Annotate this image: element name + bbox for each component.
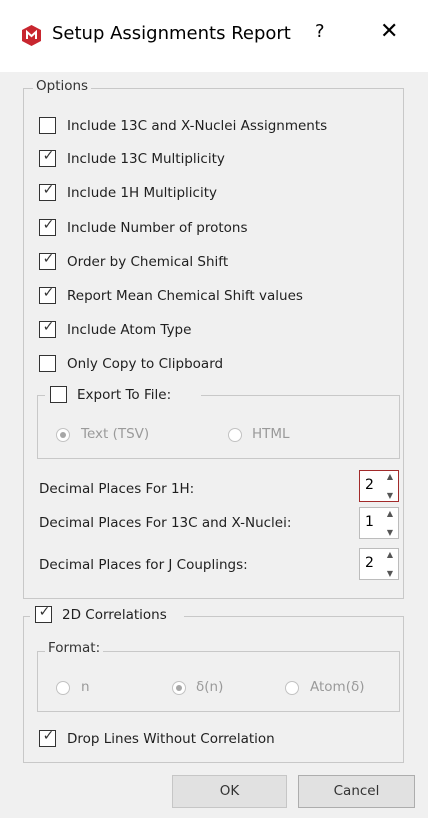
include-13c-multiplicity-checkbox[interactable]: ✓ — [39, 148, 56, 167]
help-button[interactable]: ? — [315, 21, 325, 42]
include-13c-checkbox[interactable] — [39, 117, 56, 134]
export-to-file-label[interactable]: Export To File: — [77, 387, 171, 403]
chevron-up-icon[interactable]: ▲ — [387, 509, 393, 518]
decimal-13c-value[interactable]: 1 — [365, 514, 374, 530]
decimal-1h-spinbox[interactable]: 2 ▲ ▼ — [359, 470, 399, 502]
chevron-down-icon[interactable]: ▼ — [387, 491, 393, 500]
ok-button[interactable]: OK — [172, 775, 287, 808]
title-bar: Setup Assignments Report ? ✕ — [0, 0, 428, 72]
format-n-radio[interactable] — [56, 681, 70, 695]
decimal-1h-value[interactable]: 2 — [365, 477, 374, 493]
text-tsv-radio[interactable] — [56, 428, 70, 442]
include-number-of-protons-checkbox[interactable]: ✓ — [39, 217, 56, 236]
2d-correlations-checkbox[interactable]: ✓ — [35, 604, 52, 623]
format-delta-n-label[interactable]: δ(n) — [196, 679, 223, 695]
chevron-up-icon[interactable]: ▲ — [387, 550, 393, 559]
options-legend: Options — [33, 78, 92, 94]
decimal-j-value[interactable]: 2 — [365, 555, 374, 571]
report-mean-shift-checkbox[interactable]: ✓ — [39, 285, 56, 304]
format-atom-delta-radio[interactable] — [285, 681, 299, 695]
include-13c-multiplicity-label[interactable]: Include 13C Multiplicity — [67, 151, 225, 167]
decimal-13c-spinbox[interactable]: 1 ▲ ▼ — [359, 507, 399, 539]
decimal-1h-label: Decimal Places For 1H: — [39, 481, 195, 497]
html-radio[interactable] — [228, 428, 242, 442]
close-button[interactable]: ✕ — [380, 19, 398, 44]
2d-correlations-label[interactable]: 2D Correlations — [62, 607, 167, 623]
include-atom-type-checkbox[interactable]: ✓ — [39, 319, 56, 338]
include-13c-label[interactable]: Include 13C and X-Nuclei Assignments — [67, 118, 327, 134]
decimal-j-spinbox[interactable]: 2 ▲ ▼ — [359, 548, 399, 580]
check-icon: ✓ — [42, 148, 55, 164]
drop-lines-label[interactable]: Drop Lines Without Correlation — [67, 731, 275, 747]
chevron-down-icon[interactable]: ▼ — [387, 569, 393, 578]
text-tsv-label[interactable]: Text (TSV) — [81, 426, 149, 442]
include-1h-multiplicity-checkbox[interactable]: ✓ — [39, 182, 56, 201]
decimal-j-label: Decimal Places for J Couplings: — [39, 557, 248, 573]
check-icon: ✓ — [42, 217, 55, 233]
check-icon: ✓ — [42, 251, 55, 267]
check-icon: ✓ — [42, 319, 55, 335]
include-atom-type-label[interactable]: Include Atom Type — [67, 322, 191, 338]
format-atom-delta-label[interactable]: Atom(δ) — [310, 679, 365, 695]
check-icon: ✓ — [42, 285, 55, 301]
order-by-chemical-shift-label[interactable]: Order by Chemical Shift — [67, 254, 228, 270]
html-label[interactable]: HTML — [252, 426, 290, 442]
only-copy-to-clipboard-label[interactable]: Only Copy to Clipboard — [67, 356, 223, 372]
order-by-chemical-shift-checkbox[interactable]: ✓ — [39, 251, 56, 270]
include-1h-multiplicity-label[interactable]: Include 1H Multiplicity — [67, 185, 217, 201]
cancel-button[interactable]: Cancel — [298, 775, 415, 808]
format-n-label[interactable]: n — [81, 679, 90, 695]
check-icon: ✓ — [42, 728, 55, 744]
chevron-down-icon[interactable]: ▼ — [387, 528, 393, 537]
include-number-of-protons-label[interactable]: Include Number of protons — [67, 220, 247, 236]
report-mean-shift-label[interactable]: Report Mean Chemical Shift values — [67, 288, 303, 304]
check-icon: ✓ — [38, 604, 51, 620]
export-to-file-checkbox[interactable] — [50, 386, 67, 403]
decimal-13c-label: Decimal Places For 13C and X-Nuclei: — [39, 515, 292, 531]
only-copy-to-clipboard-checkbox[interactable] — [39, 355, 56, 372]
format-legend: Format: — [45, 640, 104, 656]
format-delta-n-radio[interactable] — [172, 681, 186, 695]
app-icon — [22, 25, 41, 46]
drop-lines-checkbox[interactable]: ✓ — [39, 728, 56, 747]
chevron-up-icon[interactable]: ▲ — [387, 472, 393, 481]
check-icon: ✓ — [42, 182, 55, 198]
window-title: Setup Assignments Report — [52, 23, 291, 44]
